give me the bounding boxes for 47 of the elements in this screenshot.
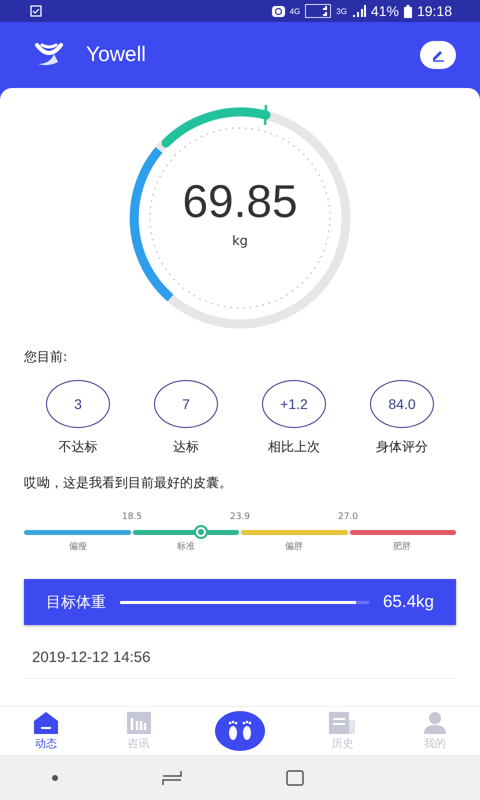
app-title: Yowell bbox=[86, 43, 146, 67]
home-square-icon[interactable] bbox=[286, 770, 304, 786]
target-slider[interactable] bbox=[120, 600, 369, 604]
stat-value: 7 bbox=[154, 380, 218, 428]
bmi-category: 偏胖 bbox=[284, 540, 304, 553]
recents-icon[interactable] bbox=[162, 770, 182, 786]
stat-value: 3 bbox=[46, 380, 110, 428]
network-label: 4G bbox=[290, 6, 300, 16]
footprints-icon bbox=[226, 720, 254, 742]
stat-value: 84.0 bbox=[370, 380, 434, 428]
document-icon bbox=[329, 712, 356, 734]
bmi-threshold: 18.5 bbox=[122, 512, 142, 522]
battery-icon bbox=[404, 4, 412, 18]
bmi-threshold: 27.0 bbox=[338, 512, 358, 522]
nav-tab[interactable]: 历史 bbox=[325, 712, 360, 750]
bmi-category: 肥胖 bbox=[392, 540, 412, 553]
clock: 19:18 bbox=[416, 3, 452, 19]
bmi-threshold: 23.9 bbox=[230, 512, 250, 522]
weight-value: 69.85 bbox=[182, 178, 298, 224]
nav-tab[interactable]: 我的 bbox=[420, 712, 450, 750]
signal-icon bbox=[352, 5, 366, 17]
stat-label: 不达标 bbox=[58, 439, 98, 456]
home-icon bbox=[34, 712, 58, 734]
weight-unit: kg bbox=[232, 234, 248, 248]
stat-label: 身体评分 bbox=[376, 439, 428, 456]
record-date: 2019-12-12 14:56 bbox=[24, 649, 456, 679]
chart-icon bbox=[126, 712, 151, 734]
logo-icon bbox=[34, 42, 64, 68]
stat-label: 达标 bbox=[173, 439, 199, 456]
user-icon bbox=[424, 712, 446, 734]
nav-tab[interactable]: 咨讯 bbox=[122, 712, 155, 750]
target-value: 65.4kg bbox=[382, 592, 434, 612]
nav-tab[interactable]: 动态 bbox=[30, 712, 62, 750]
bmi-category: 标准 bbox=[176, 540, 196, 553]
stat-label: 相比上次 bbox=[268, 439, 320, 456]
dot-icon[interactable] bbox=[52, 774, 58, 780]
battery-percent: 41% bbox=[370, 3, 399, 19]
comment-text: 哎呦，这是我看到目前最好的皮囊。 bbox=[24, 475, 233, 492]
pencil-icon bbox=[430, 48, 446, 62]
network-label: 3G bbox=[336, 6, 347, 16]
summary-heading: 您目前: bbox=[24, 349, 68, 366]
bmi-category: 偏瘦 bbox=[68, 540, 88, 553]
checkbox-notification-icon bbox=[30, 5, 42, 17]
measure-button[interactable] bbox=[214, 711, 265, 751]
stat-value: +1.2 bbox=[262, 380, 326, 428]
target-label: 目标体重 bbox=[46, 592, 106, 612]
edit-button[interactable] bbox=[420, 41, 456, 69]
